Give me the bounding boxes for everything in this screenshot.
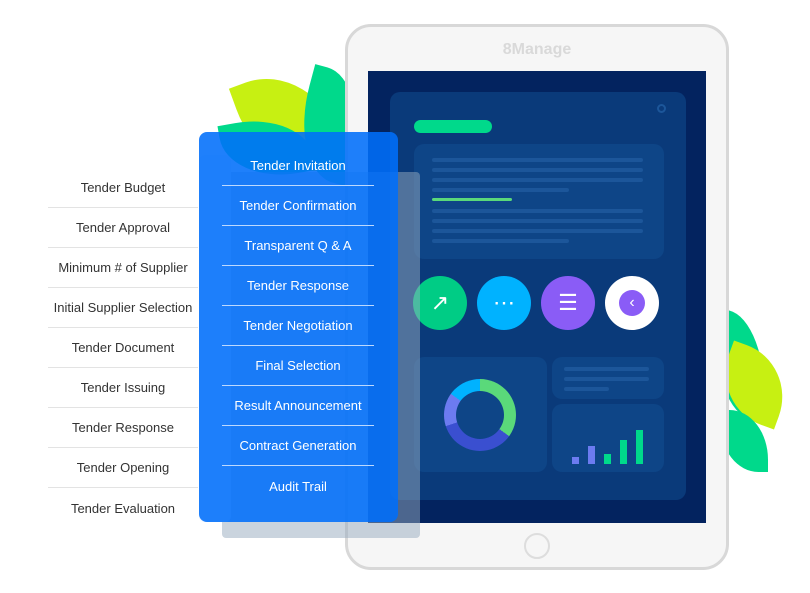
- panel-item[interactable]: Tender Negotiation: [222, 306, 374, 346]
- bar-chart-card: [552, 404, 664, 472]
- chart-growth-icon[interactable]: ↗: [413, 276, 467, 330]
- panel-item[interactable]: Result Announcement: [222, 386, 374, 426]
- summary-card: [552, 357, 664, 399]
- title-bar: [414, 120, 492, 133]
- list-item: Tender Opening: [48, 448, 198, 488]
- brand-logo: 8Manage: [502, 41, 572, 58]
- panel-item[interactable]: Tender Confirmation: [222, 186, 374, 226]
- tender-process-panel: Tender Invitation Tender Confirmation Tr…: [199, 132, 398, 522]
- back-icon[interactable]: ‹: [605, 276, 659, 330]
- left-process-list: Tender Budget Tender Approval Minimum # …: [48, 168, 198, 528]
- home-button[interactable]: [524, 533, 550, 559]
- donut-chart-card: [414, 357, 547, 472]
- panel-item[interactable]: Transparent Q & A: [222, 226, 374, 266]
- list-item: Tender Document: [48, 328, 198, 368]
- list-item: Initial Supplier Selection: [48, 288, 198, 328]
- list-item: Tender Evaluation: [70, 500, 176, 516]
- panel-item[interactable]: Contract Generation: [222, 426, 374, 466]
- text-block: [414, 144, 664, 259]
- panel-item[interactable]: Tender Invitation: [222, 146, 374, 186]
- gear-icon: [657, 104, 666, 113]
- list-item: Minimum # of Supplier: [48, 248, 198, 288]
- chat-icon[interactable]: ⋯: [477, 276, 531, 330]
- panel-item[interactable]: Final Selection: [222, 346, 374, 386]
- panel-item[interactable]: Tender Response: [222, 266, 374, 306]
- list-item: Tender Response: [48, 408, 198, 448]
- dashboard-card: ↗ ⋯ ☰ ‹: [390, 92, 686, 500]
- checklist-icon[interactable]: ☰: [541, 276, 595, 330]
- list-item: Tender Issuing: [48, 368, 198, 408]
- donut-chart: [444, 379, 516, 451]
- list-item: Tender Approval: [48, 208, 198, 248]
- panel-item[interactable]: Audit Trail: [222, 466, 374, 506]
- list-item: Tender Budget: [48, 168, 198, 208]
